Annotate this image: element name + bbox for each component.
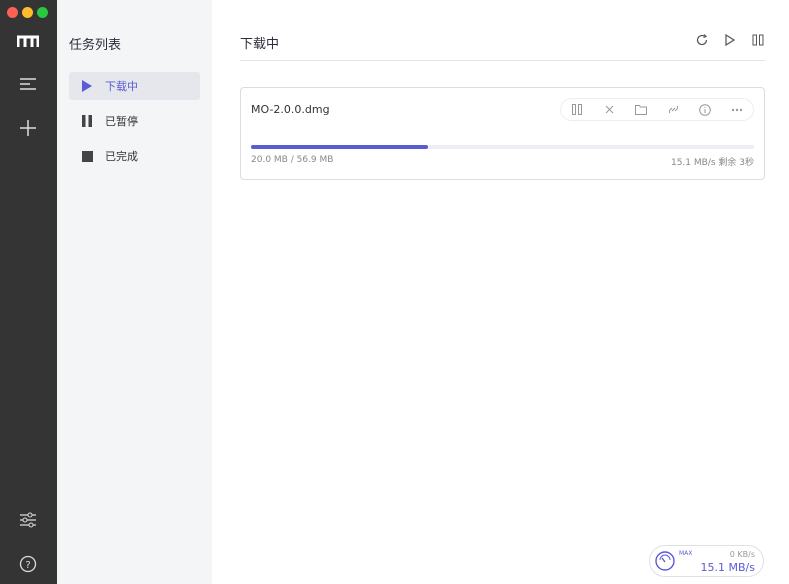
delete-task-icon[interactable]: [602, 103, 616, 117]
task-speed: 15.1 MB/s 剩余 3秒: [670, 158, 754, 168]
minimize-window-button[interactable]: [22, 7, 33, 18]
app-rail: ?: [0, 0, 57, 584]
task-size: 20.0 MB / 56.9 MB: [251, 155, 334, 165]
refresh-icon[interactable]: [695, 33, 709, 47]
main-panel: 下载中 MO-2.0.0.dmg 20.0 MB / 56.9 MB 15.1 …: [212, 0, 789, 584]
pause-icon: [69, 115, 105, 127]
sidebar-item-label: 已完成: [105, 150, 138, 163]
link-icon[interactable]: [666, 103, 680, 117]
sidebar-item-label: 下载中: [105, 80, 138, 93]
resume-all-icon[interactable]: [723, 33, 737, 47]
upload-speed: 0 KB/s: [729, 550, 755, 559]
stop-icon: [69, 150, 105, 162]
pause-all-icon[interactable]: [751, 33, 765, 47]
sidebar-item-completed[interactable]: 已完成: [69, 142, 200, 170]
play-icon: [69, 80, 105, 92]
divider: [240, 60, 765, 61]
task-list-icon[interactable]: [14, 72, 42, 96]
speedometer-icon: [655, 551, 675, 575]
add-task-icon[interactable]: [14, 116, 42, 140]
speedometer[interactable]: MAX 0 KB/s 15.1 MB/s: [649, 545, 764, 577]
info-icon[interactable]: [698, 103, 712, 117]
task-sidebar: 任务列表 下载中 已暂停 已完成: [57, 0, 212, 584]
more-icon[interactable]: [730, 103, 744, 117]
sidebar-item-paused[interactable]: 已暂停: [69, 107, 200, 135]
sidebar-item-downloading[interactable]: 下载中: [69, 72, 200, 100]
download-speed: 15.1 MB/s: [700, 561, 755, 574]
sidebar-item-label: 已暂停: [105, 115, 138, 128]
zoom-window-button[interactable]: [37, 7, 48, 18]
close-window-button[interactable]: [7, 7, 18, 18]
sidebar-title: 任务列表: [69, 38, 122, 53]
help-icon[interactable]: ?: [14, 552, 42, 576]
task-card[interactable]: MO-2.0.0.dmg 20.0 MB / 56.9 MB 15.1 MB/s…: [240, 87, 765, 180]
logo-icon: [14, 29, 42, 53]
page-title: 下载中: [240, 37, 280, 52]
preferences-icon[interactable]: [14, 508, 42, 532]
task-actions: [560, 98, 754, 121]
folder-icon[interactable]: [634, 103, 648, 117]
progress-bar: [251, 145, 754, 149]
max-label: MAX: [679, 550, 693, 557]
svg-text:?: ?: [25, 560, 30, 571]
task-filename: MO-2.0.0.dmg: [251, 103, 330, 116]
progress-fill: [251, 145, 429, 149]
pause-task-icon[interactable]: [570, 103, 584, 117]
